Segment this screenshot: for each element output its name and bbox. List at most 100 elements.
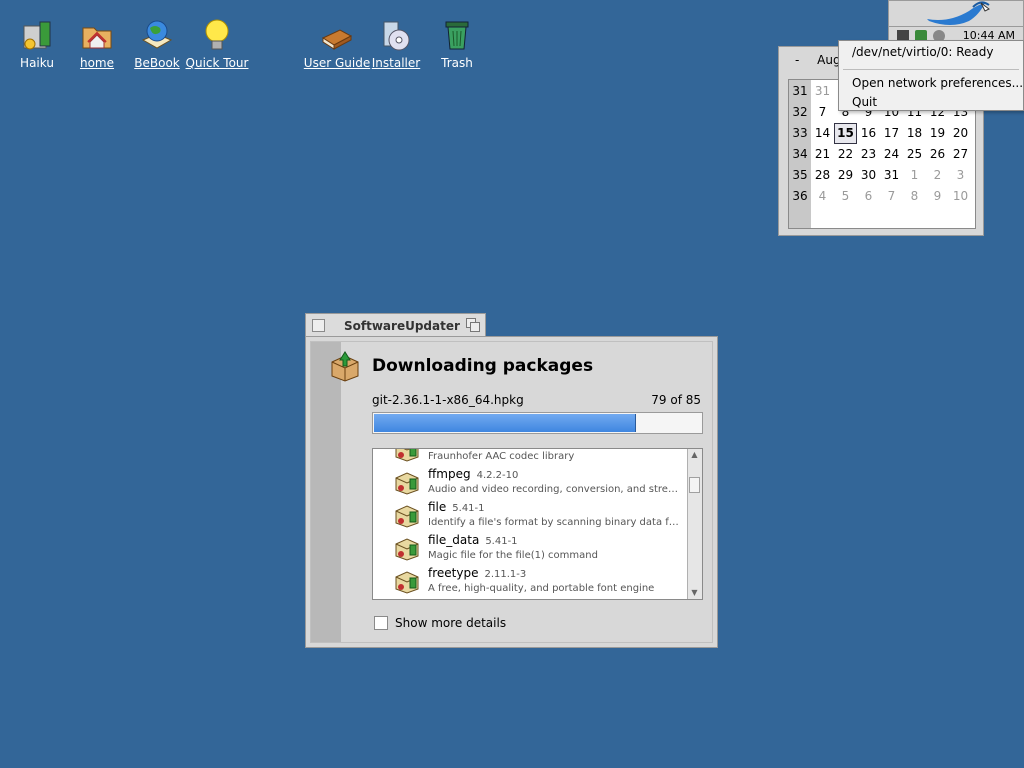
calendar-day[interactable]: 4 [811, 186, 834, 207]
quit-item[interactable]: Quit [852, 95, 877, 109]
calendar-day[interactable]: 7 [880, 186, 903, 207]
desktop-icon-trash[interactable]: Trash [422, 18, 492, 70]
package-version: 2.11.1-3 [484, 569, 527, 580]
calendar-day[interactable]: 18 [903, 123, 926, 144]
calendar-day[interactable]: 14 [811, 123, 834, 144]
calendar-day[interactable]: 27 [949, 144, 972, 165]
lightbulb-icon [200, 18, 234, 52]
package-updater-icon [329, 350, 361, 382]
calendar-header: - Aug [787, 53, 841, 67]
home-folder-icon [80, 18, 114, 52]
calendar-day[interactable]: 10 [949, 186, 972, 207]
software-updater-window: Downloading packages git-2.36.1-1-x86_64… [305, 336, 718, 648]
package-name-line: ffmpeg 4.2.2-10 [428, 467, 518, 481]
calendar-day[interactable]: 6 [857, 186, 880, 207]
package-list-item[interactable]: file 5.41-1 Identify a file's format by sc… [394, 498, 684, 531]
calendar-day[interactable]: 3 [949, 165, 972, 186]
calendar-day[interactable]: 22 [834, 144, 857, 165]
calendar-week-number: 31 [792, 84, 808, 98]
haiku-leaf-logo-icon [927, 1, 990, 25]
show-more-details-label[interactable]: Show more details [395, 616, 506, 630]
scroll-down-arrow-icon[interactable]: ▼ [688, 587, 701, 599]
calendar-day[interactable]: 15 [834, 123, 857, 144]
package-name: freetype [428, 566, 479, 580]
calendar-week-number: 36 [792, 189, 808, 203]
deskbar-menu-button[interactable] [888, 0, 1024, 27]
scroll-up-arrow-icon[interactable]: ▲ [688, 449, 701, 461]
desktop-icon-label: Trash [441, 56, 473, 70]
calendar-day[interactable]: 7 [811, 102, 834, 123]
installer-icon [379, 18, 413, 52]
package-list-item[interactable]: freetype 2.11.1-3 A free, high-quality, an… [394, 564, 684, 597]
calendar-day[interactable]: 16 [857, 123, 880, 144]
package-version: 4.2.2-10 [476, 470, 519, 481]
package-icon [394, 469, 420, 495]
calendar-week-number: 33 [792, 126, 808, 140]
package-version: 5.41-1 [452, 503, 485, 514]
calendar-day[interactable]: 17 [880, 123, 903, 144]
package-name: file [428, 500, 447, 514]
package-list-item[interactable]: ffmpeg 4.2.2-10 Audio and video recording,… [394, 465, 684, 498]
open-network-preferences-item[interactable]: Open network preferences... [852, 76, 1023, 90]
network-interface-status: /dev/net/virtio/0: Ready [852, 45, 994, 59]
desktop-icon-installer[interactable]: Installer [361, 18, 431, 70]
calendar-day[interactable]: 21 [811, 144, 834, 165]
package-version: 5.41-1 [485, 536, 518, 547]
package-description: Audio and video recording, conversion, a… [428, 484, 684, 495]
package-list-item[interactable]: file_data 5.41-1 Magic file for the file(1… [394, 531, 684, 564]
window-content: Downloading packages git-2.36.1-1-x86_64… [310, 341, 713, 643]
package-description: Magic file for the file(1) command [428, 550, 598, 561]
calendar-day[interactable]: 25 [903, 144, 926, 165]
progress-fill [374, 414, 637, 432]
calendar-week-number: 35 [792, 168, 808, 182]
package-icon [394, 535, 420, 561]
download-progress-bar [372, 412, 703, 434]
calendar-prev-button[interactable]: - [795, 53, 799, 67]
package-name: file_data [428, 533, 480, 547]
desktop-icon-label: Quick Tour [185, 56, 249, 70]
package-icon [394, 568, 420, 594]
window-zoom-button[interactable] [466, 318, 480, 332]
calendar-day[interactable]: 19 [926, 123, 949, 144]
menu-separator [843, 69, 1019, 70]
calendar-day[interactable]: 8 [903, 186, 926, 207]
package-name-line: file_data 5.41-1 [428, 533, 518, 547]
package-name: ffmpeg [428, 467, 471, 481]
package-list-item[interactable]: Fraunhofer AAC codec library [394, 449, 684, 465]
calendar-day[interactable]: 1 [903, 165, 926, 186]
package-list-scrollbar[interactable]: ▲ ▼ [687, 449, 702, 599]
desktop-icon-label: Installer [371, 56, 421, 70]
package-name-line: freetype 2.11.1-3 [428, 566, 526, 580]
package-icon [394, 449, 420, 462]
calendar-day[interactable]: 31 [811, 81, 834, 102]
calendar-day[interactable]: 20 [949, 123, 972, 144]
calendar-day[interactable]: 2 [926, 165, 949, 186]
package-description: Fraunhofer AAC codec library [428, 451, 575, 462]
package-list[interactable]: Fraunhofer AAC codec library ffmpeg 4.2.2-… [372, 448, 703, 600]
calendar-day[interactable]: 24 [880, 144, 903, 165]
scrollbar-thumb[interactable] [689, 477, 700, 493]
calendar-day[interactable]: 5 [834, 186, 857, 207]
calendar-week-number: 32 [792, 105, 808, 119]
calendar-day[interactable]: 23 [857, 144, 880, 165]
package-icon [394, 502, 420, 528]
trash-icon [440, 18, 474, 52]
current-package-label: git-2.36.1-1-x86_64.hpkg [372, 393, 524, 407]
package-description: Identify a file's format by scanning bin… [428, 517, 684, 528]
calendar-day[interactable]: 29 [834, 165, 857, 186]
calendar-day[interactable]: 30 [857, 165, 880, 186]
calendar-week-number: 34 [792, 147, 808, 161]
package-description: A free, high-quality, and portable font … [428, 583, 655, 594]
calendar-day[interactable]: 9 [926, 186, 949, 207]
show-more-details-checkbox[interactable] [374, 616, 388, 630]
package-name-line: file 5.41-1 [428, 500, 485, 514]
desktop-icon-quick-tour[interactable]: Quick Tour [182, 18, 252, 70]
network-menu: /dev/net/virtio/0: Ready Open network pr… [838, 40, 1024, 111]
calendar-day[interactable]: 26 [926, 144, 949, 165]
window-tab[interactable]: SoftwareUpdater [305, 313, 486, 337]
window-close-button[interactable] [312, 319, 325, 332]
progress-count: 79 of 85 [651, 393, 701, 407]
window-sidebar [311, 342, 341, 642]
calendar-day[interactable]: 28 [811, 165, 834, 186]
calendar-day[interactable]: 31 [880, 165, 903, 186]
